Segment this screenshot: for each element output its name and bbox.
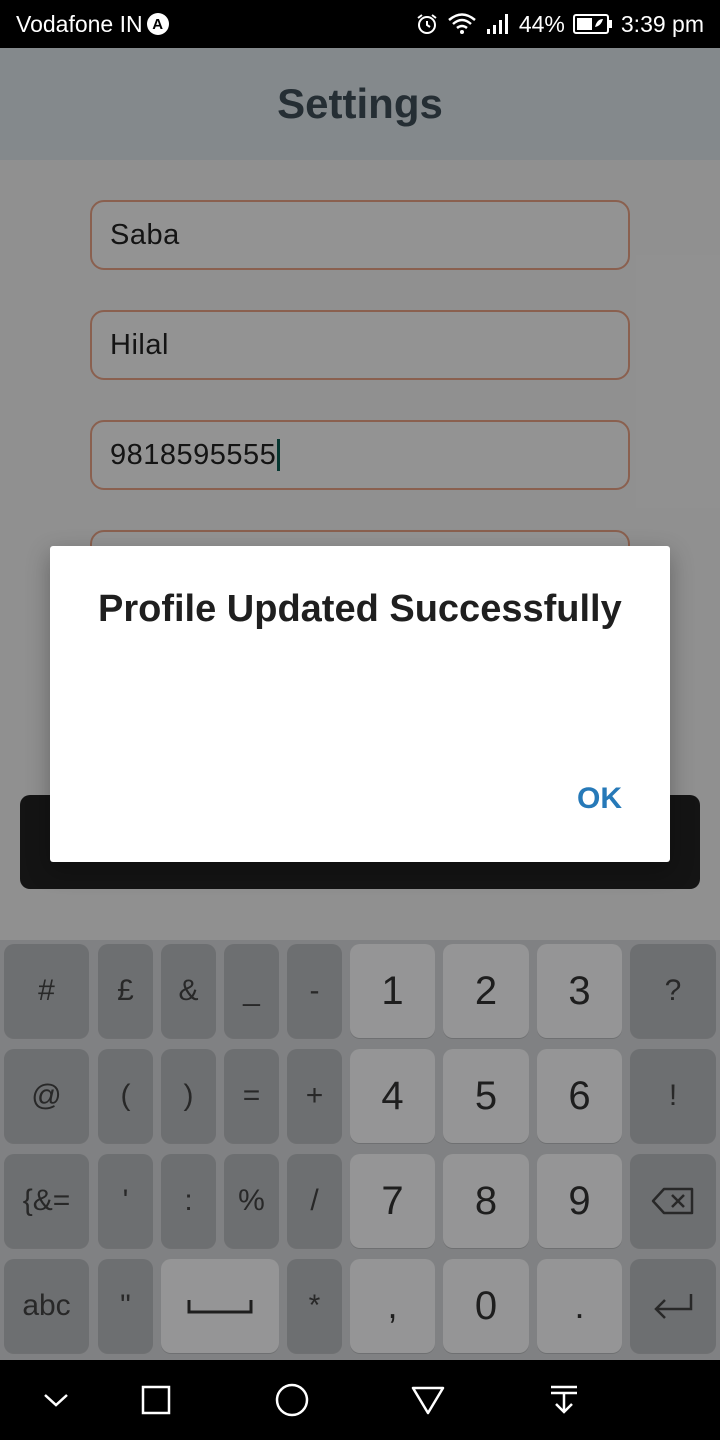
carrier: Vodafone IN A [16, 11, 169, 38]
notification-pull-button[interactable] [542, 1378, 586, 1422]
status-icons: 44% 3:39 pm [415, 11, 704, 38]
recents-button[interactable] [134, 1378, 178, 1422]
download-icon [551, 1385, 577, 1414]
triangle-back-icon [411, 1386, 445, 1415]
carrier-name: Vodafone IN [16, 10, 143, 37]
alarm-icon [415, 12, 439, 36]
wifi-icon [447, 12, 477, 36]
battery-icon [572, 13, 613, 35]
navigation-bar [0, 1360, 720, 1440]
battery-percent: 44% [518, 10, 565, 37]
circle-icon [275, 1383, 309, 1417]
ok-button[interactable]: OK [577, 782, 622, 816]
navigation-badge-icon: A [146, 13, 169, 35]
back-button[interactable] [406, 1378, 450, 1422]
signal-icon [485, 12, 511, 36]
home-button[interactable] [270, 1378, 314, 1422]
status-bar: Vodafone IN A 44% 3:39 pm [0, 0, 720, 48]
clock: 3:39 pm [620, 10, 704, 37]
dialog-title: Profile Updated Successfully [98, 588, 622, 630]
square-icon [141, 1385, 171, 1415]
chevron-down-icon [44, 1394, 68, 1407]
hide-keyboard-button[interactable] [34, 1378, 78, 1422]
alert-dialog: Profile Updated Successfully OK [50, 546, 670, 862]
